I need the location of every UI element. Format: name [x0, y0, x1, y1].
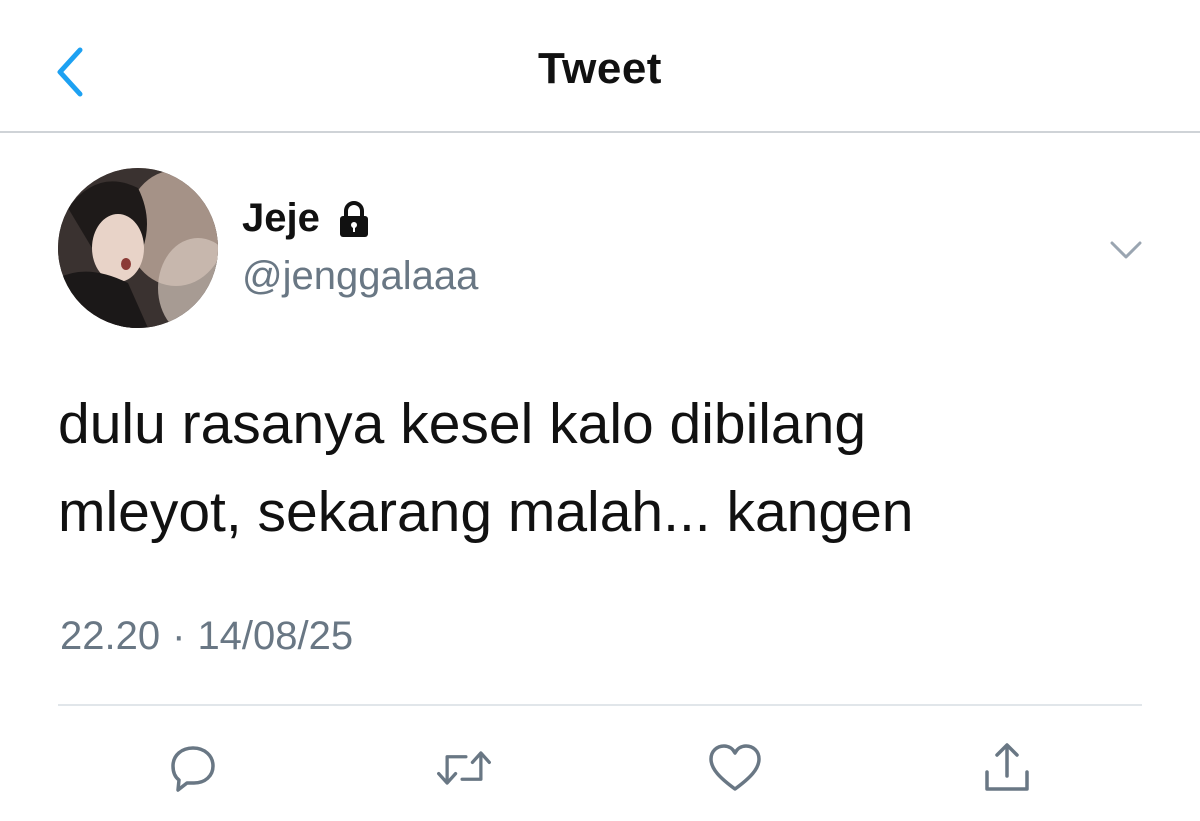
page-title: Tweet: [538, 44, 662, 93]
avatar[interactable]: [58, 168, 218, 328]
divider: [58, 704, 1142, 706]
retweet-icon: [437, 751, 491, 785]
share-button[interactable]: [977, 738, 1037, 798]
tweet-text-line: dulu rasanya kesel kalo dibilang: [58, 392, 867, 456]
tweet-date: 14/08/25: [197, 614, 354, 658]
more-options-button[interactable]: [1100, 224, 1152, 276]
avatar-image: [58, 168, 218, 328]
chevron-down-icon: [1110, 241, 1142, 259]
author-name-row: Jeje: [242, 196, 374, 241]
tweet-text-line: mleyot, sekarang malah... kangen: [58, 480, 914, 544]
tweet-time: 22.20: [60, 614, 161, 658]
nav-header: Tweet: [0, 0, 1200, 133]
timestamp-separator: ·: [172, 614, 186, 658]
heart-icon: [709, 744, 761, 791]
reply-button[interactable]: [163, 738, 223, 798]
tweet-text: dulu rasanya kesel kalo dibilang mleyot,…: [58, 380, 1158, 556]
lock-icon: [339, 200, 368, 237]
tweet-timestamp: 22.20 · 14/08/25: [60, 614, 353, 659]
share-icon: [985, 743, 1029, 791]
like-button[interactable]: [705, 738, 765, 798]
display-name[interactable]: Jeje: [242, 196, 320, 241]
comment-icon: [171, 746, 215, 792]
user-handle[interactable]: @jenggalaaa: [242, 254, 478, 299]
retweet-button[interactable]: [434, 738, 494, 798]
